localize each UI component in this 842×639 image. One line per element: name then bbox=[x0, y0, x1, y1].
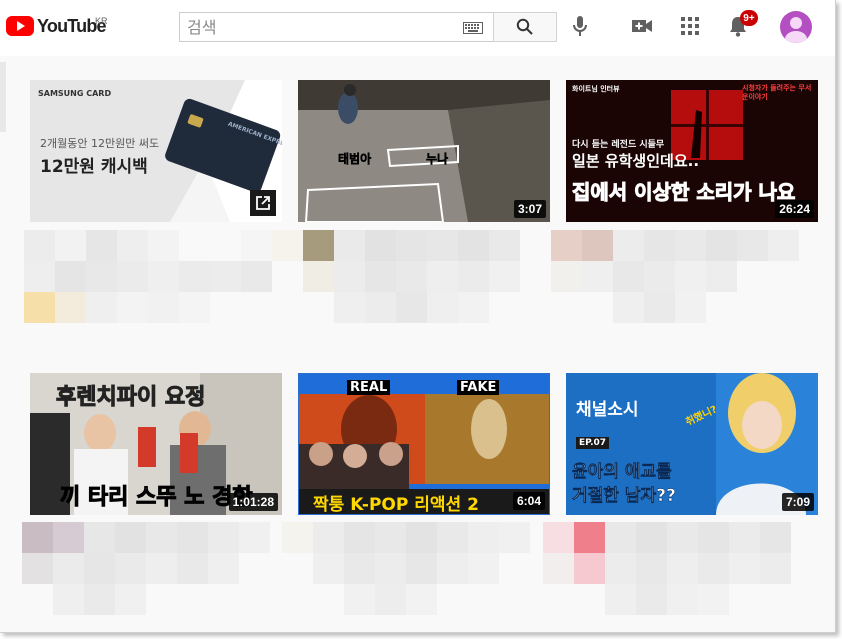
video-metadata-blurred bbox=[543, 522, 803, 622]
video-duration: 7:09 bbox=[781, 493, 814, 511]
video-thumbnail[interactable]: 후렌치파이 요정 끼 타리 스뚜 노 경한 1:01:28 bbox=[30, 373, 282, 515]
create-video-button[interactable] bbox=[630, 14, 654, 38]
external-link-icon bbox=[256, 196, 270, 210]
browser-window: YouTube KR 검색 9+ SAMSUNG CARD 2개월동안 12만원… bbox=[0, 0, 836, 633]
overlay-text: 2개월동안 12만원만 써도 bbox=[40, 137, 160, 150]
video-card[interactable]: SAMSUNG CARD 2개월동안 12만원만 써도 12만원 캐시백 AME… bbox=[30, 80, 282, 222]
avatar[interactable] bbox=[780, 11, 812, 43]
microphone-icon bbox=[573, 16, 587, 36]
youtube-logo-icon bbox=[6, 16, 34, 36]
overlay-text: 후렌치파이 요정 bbox=[55, 385, 206, 411]
youtube-logo[interactable]: YouTube KR bbox=[6, 14, 108, 38]
video-thumbnail[interactable]: SAMSUNG CARD 2개월동안 12만원만 써도 12만원 캐시백 AME… bbox=[30, 80, 282, 222]
overlay-text: 12만원 캐시백 bbox=[40, 157, 148, 177]
overlay-text: 화이트님 인터뷰 bbox=[572, 85, 620, 93]
overlay-text: SAMSUNG CARD bbox=[38, 89, 112, 98]
video-thumbnail[interactable]: REAL FAKE 짝퉁 K-POP 리액션 2 6:04 bbox=[298, 373, 550, 515]
video-thumbnail[interactable]: 화이트님 인터뷰 시청자가 들려주는 무서운이야기 다시 듣는 레전드 시들무 … bbox=[566, 80, 818, 222]
search-box bbox=[179, 12, 493, 42]
video-duration: 1:01:28 bbox=[228, 493, 278, 511]
video-card[interactable]: 태범아 누나 3:07 bbox=[298, 80, 550, 222]
video-duration: 26:24 bbox=[775, 200, 814, 218]
video-duration: 6:04 bbox=[512, 492, 545, 510]
video-camera-add-icon bbox=[632, 20, 652, 32]
apps-grid-icon bbox=[681, 17, 699, 35]
apps-button[interactable] bbox=[678, 14, 702, 38]
external-link-button[interactable] bbox=[250, 190, 276, 216]
video-duration: 3:07 bbox=[513, 200, 546, 218]
video-card[interactable]: 화이트님 인터뷰 시청자가 들려주는 무서운이야기 다시 듣는 레전드 시들무 … bbox=[566, 80, 818, 222]
keyboard-icon[interactable] bbox=[463, 22, 483, 34]
video-card[interactable]: REAL FAKE 짝퉁 K-POP 리액션 2 6:04 bbox=[298, 373, 550, 515]
overlay-text: 집에서 이상한 소리가 나요 bbox=[571, 180, 796, 205]
search-icon bbox=[516, 18, 533, 35]
video-metadata-blurred bbox=[551, 230, 811, 330]
search-button[interactable] bbox=[493, 12, 557, 42]
overlay-text: 일본 유학생인데요.. bbox=[572, 152, 700, 170]
search-bar bbox=[179, 12, 557, 42]
video-metadata-blurred bbox=[282, 522, 542, 622]
overlay-text: 태범아 bbox=[338, 152, 372, 167]
thumbnail-art bbox=[30, 80, 282, 222]
video-thumbnail[interactable]: 태범아 누나 3:07 bbox=[298, 80, 550, 222]
search-input[interactable] bbox=[187, 17, 447, 37]
logo-region: KR bbox=[95, 16, 108, 26]
video-metadata-blurred bbox=[24, 230, 303, 330]
overlay-text: 누나 bbox=[426, 152, 449, 167]
overlay-text: 채널소시 bbox=[576, 400, 639, 420]
overlay-text: 거절한 남자?? bbox=[572, 486, 676, 507]
overlay-text: 끼 타리 스뚜 노 경한 bbox=[60, 485, 254, 511]
sidebar-edge bbox=[0, 62, 6, 132]
video-card[interactable]: 채널소시 EP.07 윤아의 애교를 거절한 남자?? 취했니? 7:09 bbox=[566, 373, 818, 515]
overlay-text: 윤아의 애교를 bbox=[572, 462, 672, 483]
video-thumbnail[interactable]: 채널소시 EP.07 윤아의 애교를 거절한 남자?? 취했니? 7:09 bbox=[566, 373, 818, 515]
overlay-text: FAKE bbox=[457, 380, 500, 395]
video-metadata-blurred bbox=[303, 230, 563, 330]
video-metadata-blurred bbox=[22, 522, 282, 622]
thumbnail-art bbox=[298, 80, 550, 222]
overlay-text: EP.07 bbox=[576, 437, 610, 449]
overlay-text: 짝퉁 K-POP 리액션 2 bbox=[313, 495, 479, 515]
overlay-text: 다시 듣는 레전드 시들무 bbox=[572, 140, 665, 150]
notification-badge: 9+ bbox=[740, 10, 758, 26]
video-card[interactable]: 후렌치파이 요정 끼 타리 스뚜 노 경한 1:01:28 bbox=[30, 373, 282, 515]
masthead: YouTube KR 검색 9+ bbox=[0, 0, 835, 56]
overlay-text: REAL bbox=[347, 380, 391, 395]
voice-search-button[interactable] bbox=[568, 14, 592, 38]
overlay-text: 시청자가 들려주는 무서운이야기 bbox=[742, 84, 812, 101]
